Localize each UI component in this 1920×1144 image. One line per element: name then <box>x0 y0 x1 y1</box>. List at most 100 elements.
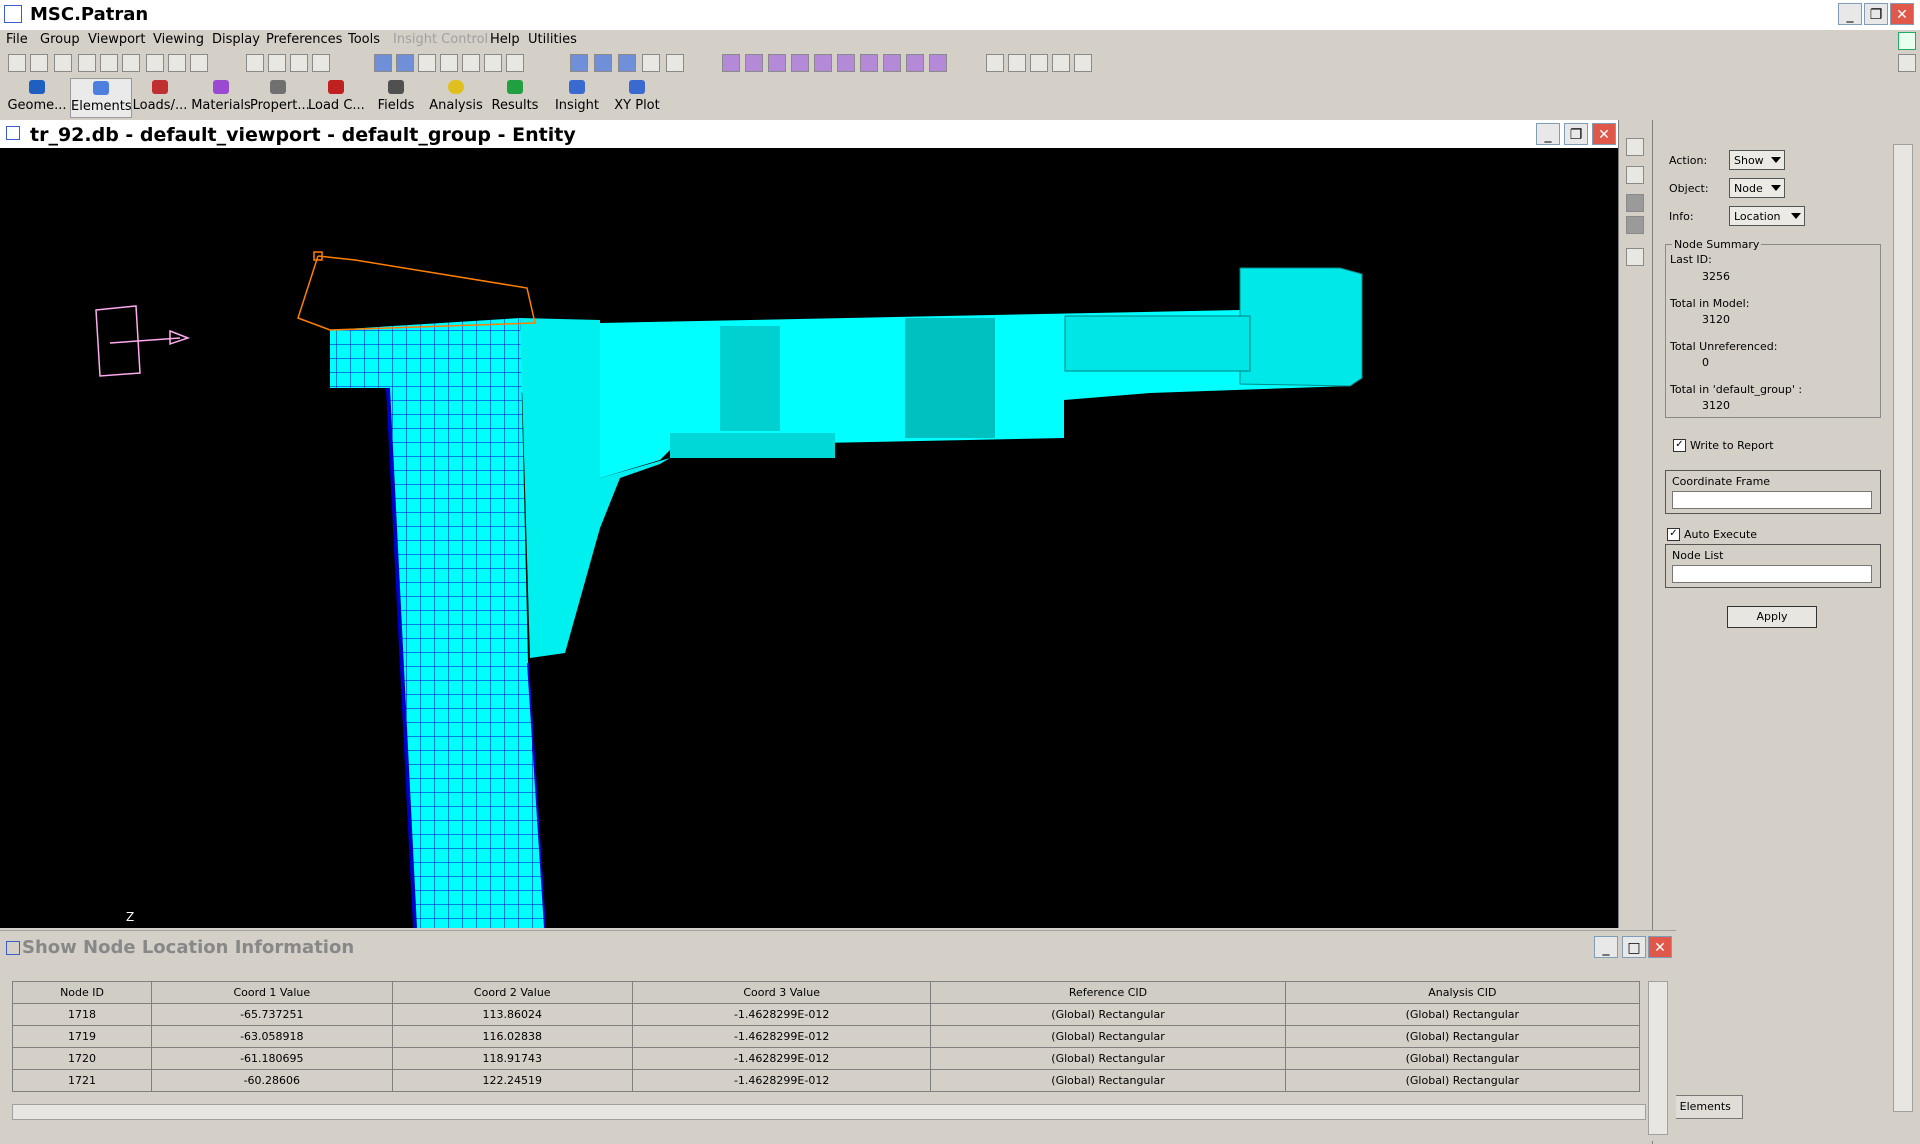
dialog-close-icon[interactable]: ✕ <box>1648 936 1672 958</box>
reset-graphics-icon[interactable] <box>168 54 186 72</box>
rotate-x-icon[interactable] <box>246 54 264 72</box>
coordinate-frame-input[interactable] <box>1672 491 1872 509</box>
rotate-view-icon[interactable] <box>440 54 458 72</box>
view-iso4-icon[interactable] <box>929 54 947 72</box>
menu-preferences[interactable]: Preferences <box>266 32 342 47</box>
labels-icon[interactable] <box>986 54 1004 72</box>
copy-icon[interactable] <box>100 54 118 72</box>
tab-load-cases[interactable]: Load C... <box>308 78 365 116</box>
rotate-y-icon[interactable] <box>268 54 286 72</box>
wireframe-icon[interactable] <box>570 54 588 72</box>
tab-label: Fields <box>377 98 415 113</box>
open-file-icon[interactable] <box>30 54 48 72</box>
help-pointer-icon[interactable] <box>1898 32 1916 50</box>
table-vertical-scrollbar[interactable] <box>1648 981 1668 1135</box>
view-iso2-icon[interactable] <box>883 54 901 72</box>
graphics-viewport[interactable]: Z <box>0 148 1618 928</box>
node-location-dialog: Show Node Location Information _ □ ✕ Nod… <box>0 930 1676 1141</box>
home-icon[interactable] <box>1898 54 1916 72</box>
tab-loads[interactable]: Loads/... <box>132 78 188 116</box>
object-dropdown[interactable]: Node <box>1729 178 1785 198</box>
write-report-checkbox[interactable]: ✓ <box>1673 439 1686 452</box>
view-iso1-icon[interactable] <box>860 54 878 72</box>
tab-xy-plot[interactable]: XY Plot <box>612 78 662 116</box>
node-size-icon[interactable] <box>1008 54 1026 72</box>
dialog-maximize-icon[interactable]: □ <box>1622 936 1646 958</box>
table-row[interactable]: 1720 -61.180695 118.91743 -1.4628299E-01… <box>11 1047 1641 1070</box>
view-front-icon[interactable] <box>722 54 740 72</box>
menu-file[interactable]: File <box>6 32 28 47</box>
rotate-z-icon[interactable] <box>290 54 308 72</box>
tab-fields[interactable]: Fields <box>376 78 416 116</box>
table-row[interactable]: 1721 -60.28606 122.24519 -1.4628299E-012… <box>11 1069 1641 1092</box>
hide-labels-icon[interactable] <box>1052 54 1070 72</box>
undo-icon[interactable] <box>122 54 140 72</box>
print-icon[interactable] <box>78 54 96 72</box>
tab-analysis[interactable]: Analysis <box>428 78 484 116</box>
strip-gray2-icon[interactable] <box>1626 216 1644 234</box>
view-top-icon[interactable] <box>814 54 832 72</box>
table-row[interactable]: 1719 -63.058918 116.02838 -1.4628299E-01… <box>11 1025 1641 1048</box>
minimize-icon[interactable]: _ <box>1838 3 1862 25</box>
abort-icon[interactable] <box>146 54 164 72</box>
menu-utilities[interactable]: Utilities <box>528 32 577 47</box>
viewport-minimize-icon[interactable]: _ <box>1536 123 1560 145</box>
strip-select-icon[interactable] <box>1626 166 1644 184</box>
column-header[interactable]: Reference CID <box>930 981 1286 1004</box>
tab-elements[interactable]: Elements <box>70 78 132 118</box>
view-bottom-icon[interactable] <box>837 54 855 72</box>
menu-group[interactable]: Group <box>40 32 80 47</box>
menu-display[interactable]: Display <box>212 32 260 47</box>
tab-properties[interactable]: Propert... <box>250 78 310 116</box>
view-iso3-icon[interactable] <box>906 54 924 72</box>
action-dropdown[interactable]: Show <box>1729 150 1785 170</box>
show-labels-icon[interactable] <box>1030 54 1048 72</box>
view-rear-icon[interactable] <box>745 54 763 72</box>
zoom-box-icon[interactable] <box>462 54 480 72</box>
rotate-free-icon[interactable] <box>312 54 330 72</box>
tab-results[interactable]: Results <box>490 78 540 116</box>
column-header[interactable]: Coord 2 Value <box>391 981 633 1004</box>
view-right-icon[interactable] <box>791 54 809 72</box>
fit-view-icon[interactable] <box>374 54 392 72</box>
dialog-minimize-icon[interactable]: _ <box>1594 936 1618 958</box>
table-horizontal-scrollbar[interactable] <box>12 1104 1646 1120</box>
new-file-icon[interactable] <box>8 54 26 72</box>
tab-geometry[interactable]: Geome... <box>6 78 68 116</box>
strip-pointer-icon[interactable] <box>1626 248 1644 266</box>
column-header[interactable]: Coord 3 Value <box>631 981 932 1004</box>
column-header[interactable]: Analysis CID <box>1284 981 1641 1004</box>
menu-help[interactable]: Help <box>490 32 520 47</box>
render-icon[interactable] <box>666 54 684 72</box>
viewport-close-icon[interactable]: ✕ <box>1592 123 1616 145</box>
menu-tools[interactable]: Tools <box>348 32 380 47</box>
restore-icon[interactable]: ❐ <box>1864 3 1888 25</box>
auto-execute-checkbox[interactable]: ✓ <box>1667 528 1680 541</box>
menu-viewing[interactable]: Viewing <box>153 32 204 47</box>
smooth-shaded-icon[interactable] <box>642 54 660 72</box>
view-left-icon[interactable] <box>768 54 786 72</box>
apply-button[interactable]: Apply <box>1727 606 1817 628</box>
info-dropdown[interactable]: Location <box>1729 206 1805 226</box>
hidden-line-icon[interactable] <box>594 54 612 72</box>
tab-materials[interactable]: Materials <box>190 78 252 116</box>
menu-viewport[interactable]: Viewport <box>88 32 146 47</box>
plot-erase-icon[interactable] <box>1074 54 1092 72</box>
panel-scrollbar[interactable] <box>1893 144 1913 1112</box>
table-row[interactable]: 1718 -65.737251 113.86024 -1.4628299E-01… <box>11 1003 1641 1026</box>
shaded-icon[interactable] <box>618 54 636 72</box>
refresh-icon[interactable] <box>190 54 208 72</box>
zoom-in-icon[interactable] <box>506 54 524 72</box>
zoom-out-icon[interactable] <box>484 54 502 72</box>
pan-icon[interactable] <box>396 54 414 72</box>
strip-copy-icon[interactable] <box>1626 138 1644 156</box>
save-icon[interactable] <box>54 54 72 72</box>
column-header[interactable]: Coord 1 Value <box>151 981 393 1004</box>
strip-gray-icon[interactable] <box>1626 194 1644 212</box>
center-icon[interactable] <box>418 54 436 72</box>
column-header[interactable]: Node ID <box>11 981 153 1004</box>
node-list-input[interactable] <box>1672 565 1872 583</box>
viewport-restore-icon[interactable]: ❐ <box>1564 123 1588 145</box>
tab-insight[interactable]: Insight <box>552 78 602 116</box>
close-icon[interactable]: ✕ <box>1890 3 1914 25</box>
